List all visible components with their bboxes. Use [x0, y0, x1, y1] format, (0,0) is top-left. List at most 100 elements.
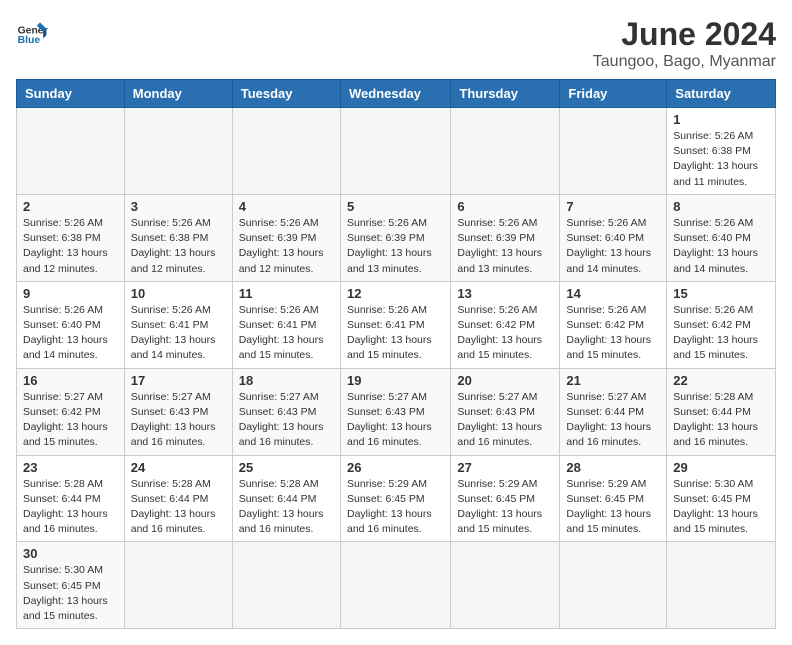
weekday-header-sunday: Sunday [17, 80, 125, 108]
day-info: Sunrise: 5:26 AM Sunset: 6:38 PM Dayligh… [23, 216, 118, 277]
calendar-cell: 20 Sunrise: 5:27 AM Sunset: 6:43 PM Dayli… [451, 368, 560, 455]
calendar-cell: 14 Sunrise: 5:26 AM Sunset: 6:42 PM Dayli… [560, 281, 667, 368]
weekday-header-saturday: Saturday [667, 80, 776, 108]
day-info: Sunrise: 5:26 AM Sunset: 6:41 PM Dayligh… [131, 303, 226, 364]
day-info: Sunrise: 5:26 AM Sunset: 6:38 PM Dayligh… [673, 129, 769, 190]
day-info: Sunrise: 5:26 AM Sunset: 6:41 PM Dayligh… [347, 303, 444, 364]
weekday-header-thursday: Thursday [451, 80, 560, 108]
day-number: 29 [673, 460, 769, 475]
day-info: Sunrise: 5:28 AM Sunset: 6:44 PM Dayligh… [239, 477, 334, 538]
calendar-cell: 25 Sunrise: 5:28 AM Sunset: 6:44 PM Dayli… [232, 455, 340, 542]
day-info: Sunrise: 5:26 AM Sunset: 6:42 PM Dayligh… [566, 303, 660, 364]
calendar-cell [17, 108, 125, 195]
day-number: 9 [23, 286, 118, 301]
day-number: 27 [457, 460, 553, 475]
day-number: 18 [239, 373, 334, 388]
day-number: 12 [347, 286, 444, 301]
calendar-cell: 18 Sunrise: 5:27 AM Sunset: 6:43 PM Dayli… [232, 368, 340, 455]
day-info: Sunrise: 5:26 AM Sunset: 6:42 PM Dayligh… [673, 303, 769, 364]
day-number: 26 [347, 460, 444, 475]
calendar-cell: 28Sunrise: 5:29 AM Sunset: 6:45 PM Dayli… [560, 455, 667, 542]
title-area: June 2024 Taungoo, Bago, Myanmar [593, 16, 776, 71]
day-info: Sunrise: 5:28 AM Sunset: 6:44 PM Dayligh… [131, 477, 226, 538]
day-info: Sunrise: 5:26 AM Sunset: 6:39 PM Dayligh… [239, 216, 334, 277]
calendar-cell: 16Sunrise: 5:27 AM Sunset: 6:42 PM Dayli… [17, 368, 125, 455]
calendar-cell [560, 108, 667, 195]
day-number: 5 [347, 199, 444, 214]
day-info: Sunrise: 5:27 AM Sunset: 6:43 PM Dayligh… [347, 390, 444, 451]
day-info: Sunrise: 5:27 AM Sunset: 6:43 PM Dayligh… [131, 390, 226, 451]
calendar-cell: 4 Sunrise: 5:26 AM Sunset: 6:39 PM Daylig… [232, 194, 340, 281]
calendar-cell: 19 Sunrise: 5:27 AM Sunset: 6:43 PM Dayli… [340, 368, 450, 455]
location-subtitle: Taungoo, Bago, Myanmar [593, 53, 776, 71]
day-number: 11 [239, 286, 334, 301]
day-number: 22 [673, 373, 769, 388]
weekday-header-wednesday: Wednesday [340, 80, 450, 108]
month-title: June 2024 [593, 16, 776, 53]
day-number: 30 [23, 546, 118, 561]
calendar-cell: 9 Sunrise: 5:26 AM Sunset: 6:40 PM Daylig… [17, 281, 125, 368]
day-info: Sunrise: 5:27 AM Sunset: 6:42 PM Dayligh… [23, 390, 118, 451]
day-number: 19 [347, 373, 444, 388]
day-number: 21 [566, 373, 660, 388]
weekday-header-row: SundayMondayTuesdayWednesdayThursdayFrid… [17, 80, 776, 108]
calendar-cell: 22Sunrise: 5:28 AM Sunset: 6:44 PM Dayli… [667, 368, 776, 455]
calendar-week-row: 30 Sunrise: 5:30 AM Sunset: 6:45 PM Dayli… [17, 542, 776, 629]
calendar-cell: 8 Sunrise: 5:26 AM Sunset: 6:40 PM Daylig… [667, 194, 776, 281]
logo-icon: General Blue [16, 16, 48, 48]
svg-text:Blue: Blue [18, 35, 41, 46]
calendar-table: SundayMondayTuesdayWednesdayThursdayFrid… [16, 79, 776, 629]
day-info: Sunrise: 5:26 AM Sunset: 6:40 PM Dayligh… [566, 216, 660, 277]
calendar-cell: 5 Sunrise: 5:26 AM Sunset: 6:39 PM Daylig… [340, 194, 450, 281]
day-number: 15 [673, 286, 769, 301]
day-info: Sunrise: 5:26 AM Sunset: 6:39 PM Dayligh… [347, 216, 444, 277]
day-number: 25 [239, 460, 334, 475]
calendar-cell: 7 Sunrise: 5:26 AM Sunset: 6:40 PM Daylig… [560, 194, 667, 281]
day-info: Sunrise: 5:27 AM Sunset: 6:43 PM Dayligh… [457, 390, 553, 451]
calendar-cell: 30 Sunrise: 5:30 AM Sunset: 6:45 PM Dayli… [17, 542, 125, 629]
day-number: 6 [457, 199, 553, 214]
calendar-cell: 15 Sunrise: 5:26 AM Sunset: 6:42 PM Dayli… [667, 281, 776, 368]
calendar-cell: 10Sunrise: 5:26 AM Sunset: 6:41 PM Dayli… [124, 281, 232, 368]
calendar-week-row: 1 Sunrise: 5:26 AM Sunset: 6:38 PM Daylig… [17, 108, 776, 195]
day-info: Sunrise: 5:29 AM Sunset: 6:45 PM Dayligh… [347, 477, 444, 538]
calendar-cell [232, 542, 340, 629]
calendar-week-row: 2Sunrise: 5:26 AM Sunset: 6:38 PM Daylig… [17, 194, 776, 281]
calendar-cell: 21Sunrise: 5:27 AM Sunset: 6:44 PM Dayli… [560, 368, 667, 455]
calendar-cell [232, 108, 340, 195]
day-number: 1 [673, 112, 769, 127]
calendar-cell: 11Sunrise: 5:26 AM Sunset: 6:41 PM Dayli… [232, 281, 340, 368]
day-number: 20 [457, 373, 553, 388]
day-number: 17 [131, 373, 226, 388]
calendar-cell: 12 Sunrise: 5:26 AM Sunset: 6:41 PM Dayli… [340, 281, 450, 368]
day-number: 3 [131, 199, 226, 214]
calendar-cell: 29 Sunrise: 5:30 AM Sunset: 6:45 PM Dayli… [667, 455, 776, 542]
day-info: Sunrise: 5:26 AM Sunset: 6:40 PM Dayligh… [673, 216, 769, 277]
calendar-cell: 24 Sunrise: 5:28 AM Sunset: 6:44 PM Dayli… [124, 455, 232, 542]
day-info: Sunrise: 5:26 AM Sunset: 6:38 PM Dayligh… [131, 216, 226, 277]
day-number: 8 [673, 199, 769, 214]
day-number: 14 [566, 286, 660, 301]
calendar-cell [124, 542, 232, 629]
calendar-cell [340, 108, 450, 195]
day-info: Sunrise: 5:26 AM Sunset: 6:42 PM Dayligh… [457, 303, 553, 364]
day-number: 28 [566, 460, 660, 475]
calendar-cell [451, 108, 560, 195]
calendar-cell: 26 Sunrise: 5:29 AM Sunset: 6:45 PM Dayli… [340, 455, 450, 542]
day-info: Sunrise: 5:28 AM Sunset: 6:44 PM Dayligh… [23, 477, 118, 538]
calendar-week-row: 23 Sunrise: 5:28 AM Sunset: 6:44 PM Dayli… [17, 455, 776, 542]
day-number: 7 [566, 199, 660, 214]
weekday-header-monday: Monday [124, 80, 232, 108]
day-number: 24 [131, 460, 226, 475]
day-info: Sunrise: 5:27 AM Sunset: 6:43 PM Dayligh… [239, 390, 334, 451]
day-info: Sunrise: 5:30 AM Sunset: 6:45 PM Dayligh… [23, 563, 118, 624]
calendar-cell: 17 Sunrise: 5:27 AM Sunset: 6:43 PM Dayli… [124, 368, 232, 455]
day-number: 4 [239, 199, 334, 214]
day-info: Sunrise: 5:30 AM Sunset: 6:45 PM Dayligh… [673, 477, 769, 538]
calendar-cell: 13Sunrise: 5:26 AM Sunset: 6:42 PM Dayli… [451, 281, 560, 368]
calendar-week-row: 9 Sunrise: 5:26 AM Sunset: 6:40 PM Daylig… [17, 281, 776, 368]
calendar-cell: 23 Sunrise: 5:28 AM Sunset: 6:44 PM Dayli… [17, 455, 125, 542]
day-info: Sunrise: 5:26 AM Sunset: 6:40 PM Dayligh… [23, 303, 118, 364]
calendar-cell [124, 108, 232, 195]
day-number: 23 [23, 460, 118, 475]
